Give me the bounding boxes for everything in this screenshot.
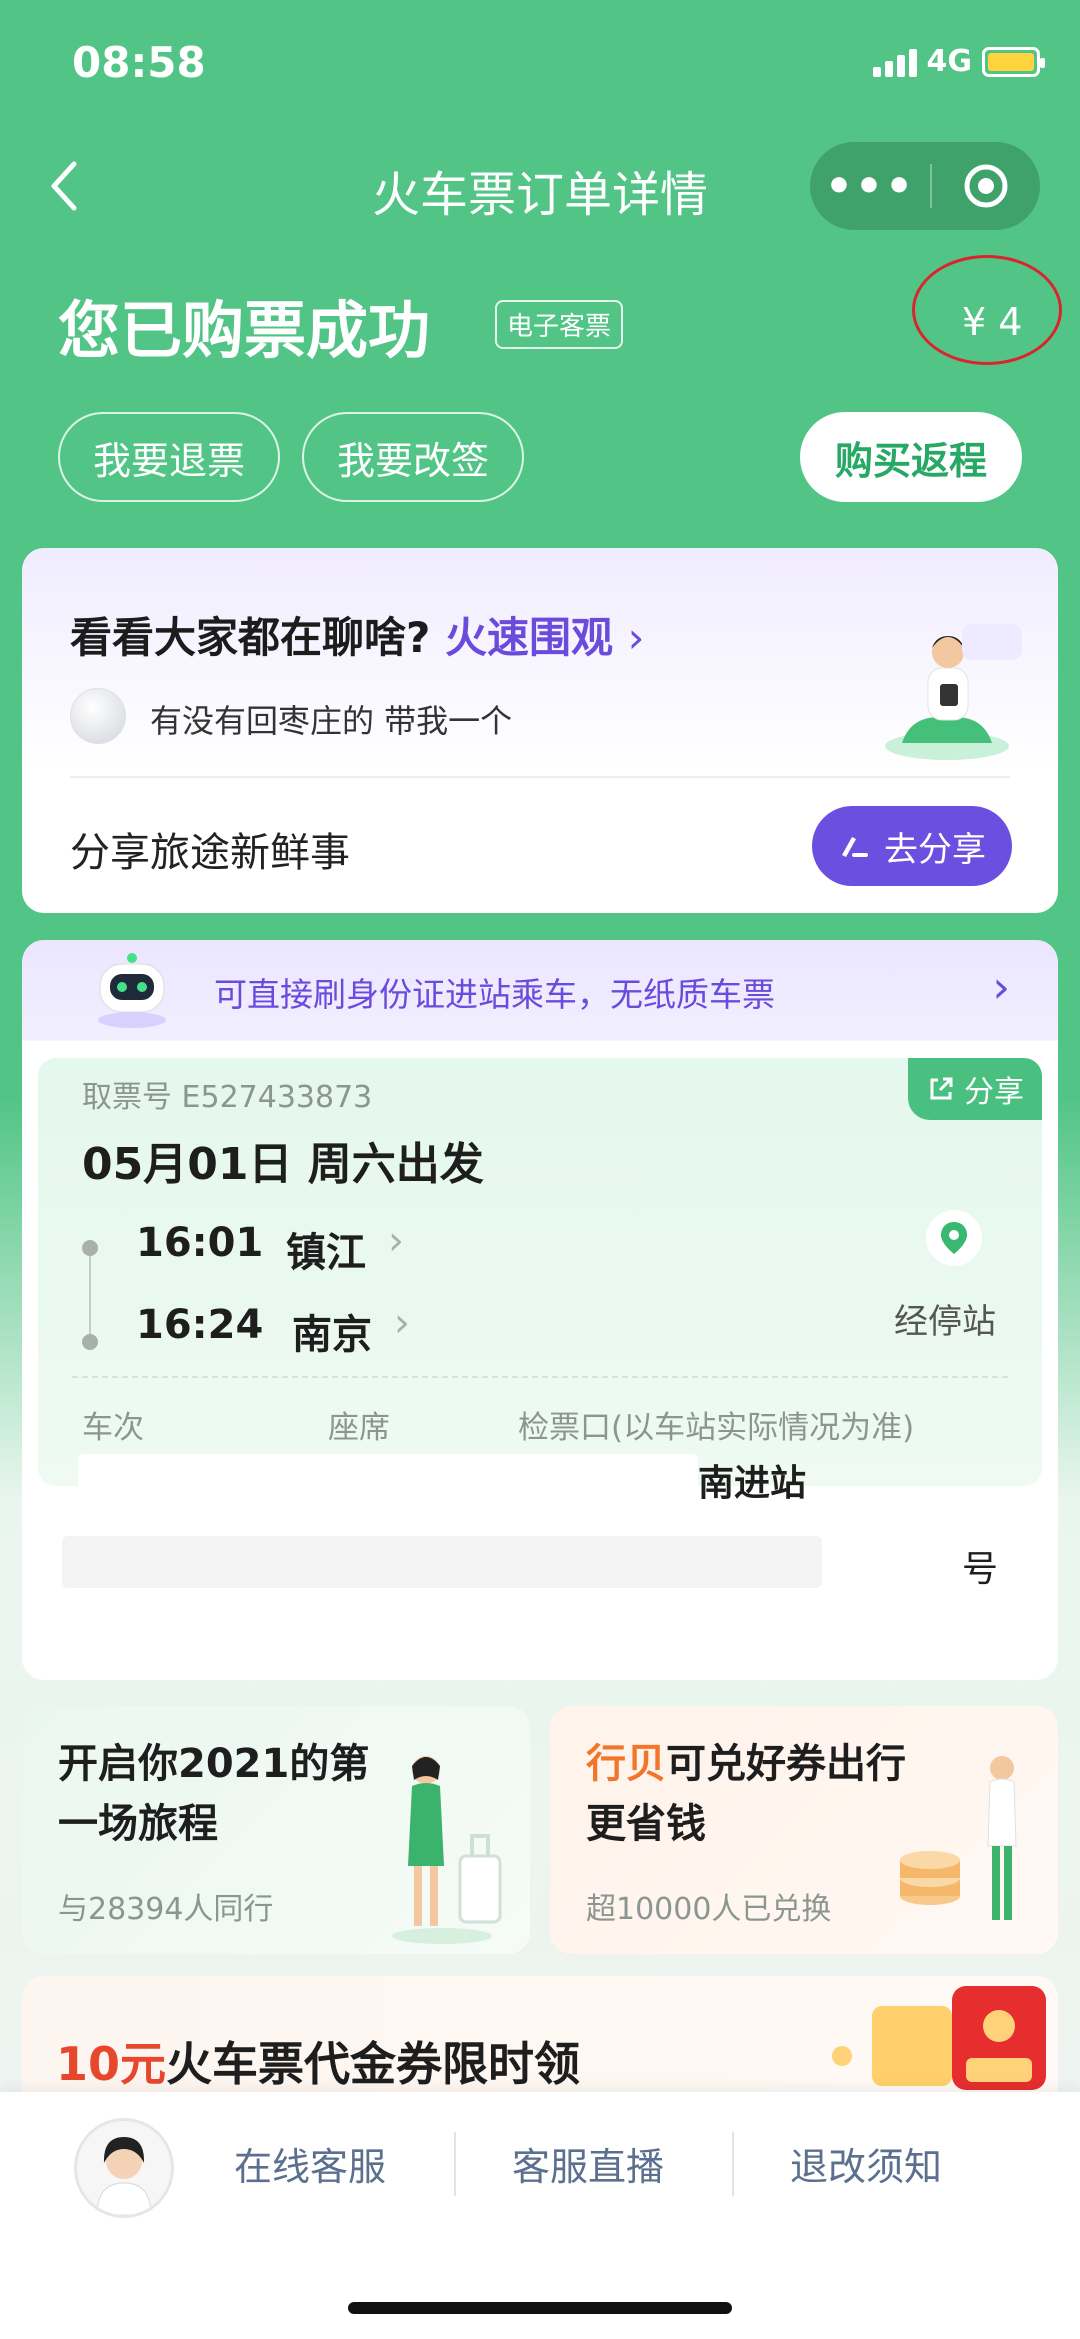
- seat-number-suffix: 号: [962, 1549, 999, 1590]
- status-indicators: 4G: [872, 44, 1045, 79]
- change-ticket-button[interactable]: 我要改签: [302, 412, 524, 502]
- purchase-success-title: 您已购票成功: [58, 294, 431, 367]
- ticket-card: 可直接刷身份证进站乘车，无纸质车票 › 取票号 E527433873 分享 05…: [22, 940, 1058, 1680]
- online-service-link[interactable]: 在线客服: [234, 2136, 386, 2191]
- agent-avatar-icon: [77, 2121, 171, 2215]
- redacted-train-info: [78, 1454, 698, 1498]
- gate-value: 南进站: [698, 1463, 807, 1504]
- battery-icon: [982, 46, 1045, 77]
- signal-icon: [872, 47, 917, 77]
- robot-icon: [98, 953, 166, 1028]
- red-envelope-icon: [832, 1986, 1046, 2090]
- stops-label[interactable]: 经停站: [894, 1294, 996, 1343]
- status-time: 08:58: [72, 38, 206, 87]
- ticket-share-button[interactable]: 分享: [908, 1058, 1042, 1120]
- go-share-label: 去分享: [884, 829, 986, 870]
- refund-policy-link[interactable]: 退改须知: [790, 2136, 942, 2191]
- promo-coupon-accent: 行贝: [586, 1741, 666, 1787]
- id-card-notice-text: 可直接刷身份证进站乘车，无纸质车票: [214, 975, 775, 1014]
- more-menu-button[interactable]: •••: [810, 161, 930, 212]
- voucher-text: 火车票代金券限时领: [166, 2037, 581, 2091]
- promo-coupon-card[interactable]: 行贝可兑好券出行更省钱 超10000人已兑换: [550, 1706, 1058, 1954]
- refund-button[interactable]: 我要退票: [58, 412, 280, 502]
- share-trip-prompt: 分享旅途新鲜事: [70, 830, 350, 876]
- promo-trip-title: 开启你2021的第一场旅程: [58, 1741, 370, 1847]
- id-card-notice[interactable]: 可直接刷身份证进站乘车，无纸质车票 ›: [22, 940, 1058, 1040]
- coins-illustration: [900, 1756, 1017, 1920]
- timeline-dot: [82, 1334, 98, 1350]
- divider: [454, 2132, 456, 2196]
- ticket-info: 取票号 E527433873 分享 05月01日 周六出发 16:01 镇江 ›…: [38, 1058, 1042, 1504]
- ticket-share-label: 分享: [964, 1075, 1024, 1110]
- departure-date: 05月01日 周六出发: [82, 1139, 484, 1190]
- pickup-number: 取票号 E527433873: [82, 1080, 373, 1115]
- voucher-amount: 10元: [56, 2037, 167, 2091]
- arrival-time: 16:24: [136, 1302, 264, 1348]
- target-icon: [964, 164, 1008, 208]
- traveler-illustration: [392, 1756, 502, 1944]
- dashed-divider: [72, 1376, 1008, 1378]
- home-indicator: [348, 2302, 732, 2314]
- chevron-right-icon: ›: [394, 1300, 410, 1346]
- person-reading-illustration: [885, 624, 1022, 760]
- pen-icon: [842, 837, 868, 857]
- buy-return-button[interactable]: 购买返程: [800, 412, 1022, 502]
- stops-button[interactable]: [926, 1210, 982, 1266]
- timeline-line: [89, 1256, 91, 1340]
- seat-label: 座席: [328, 1410, 390, 1446]
- promo-coupon-subtitle: 超10000人已兑换: [586, 1892, 832, 1927]
- close-mini-program-button[interactable]: [932, 162, 1040, 210]
- redacted-passenger-info: [62, 1536, 822, 1588]
- promo-trip-card[interactable]: 开启你2021的第一场旅程 与28394人同行: [22, 1706, 530, 1954]
- price-highlight-circle: [912, 255, 1062, 365]
- community-card: 看看大家都在聊啥? 火速围观 › 有没有回枣庄的 带我一个 分享旅途新鲜事 去分…: [22, 548, 1058, 913]
- timeline-dot: [82, 1240, 98, 1256]
- mini-program-capsule: •••: [810, 142, 1040, 230]
- departure-station[interactable]: 镇江: [286, 1220, 366, 1278]
- customer-service-avatar[interactable]: [74, 2118, 174, 2218]
- chevron-right-icon: ›: [388, 1218, 404, 1264]
- live-service-link[interactable]: 客服直播: [512, 2136, 664, 2191]
- go-share-button[interactable]: 去分享: [812, 806, 1012, 886]
- network-label: 4G: [926, 44, 973, 79]
- train-no-label: 车次: [82, 1410, 144, 1446]
- promo-coupon-title: 行贝可兑好券出行更省钱: [586, 1734, 926, 1854]
- voucher-title: 10元火车票代金券限时领: [56, 2028, 580, 2094]
- arrival-station[interactable]: 南京: [292, 1302, 372, 1360]
- departure-time: 16:01: [136, 1220, 264, 1266]
- location-pin-icon: [941, 1222, 967, 1254]
- community-title[interactable]: 看看大家都在聊啥? 火速围观 ›: [70, 604, 644, 665]
- avatar: [70, 688, 126, 744]
- chevron-right-icon: ›: [992, 962, 1010, 1013]
- chat-preview[interactable]: 有没有回枣庄的 带我一个: [150, 696, 512, 742]
- promo-trip-subtitle: 与28394人同行: [58, 1892, 274, 1927]
- divider: [732, 2132, 734, 2196]
- chevron-right-icon: ›: [627, 613, 645, 662]
- eticket-badge: 电子客票: [495, 300, 624, 349]
- community-link[interactable]: 火速围观: [445, 613, 613, 662]
- gate-label: 检票口(以车站实际情况为准): [518, 1410, 915, 1446]
- community-question: 看看大家都在聊啥?: [70, 613, 431, 662]
- divider: [70, 776, 1010, 778]
- share-icon: [930, 1077, 953, 1100]
